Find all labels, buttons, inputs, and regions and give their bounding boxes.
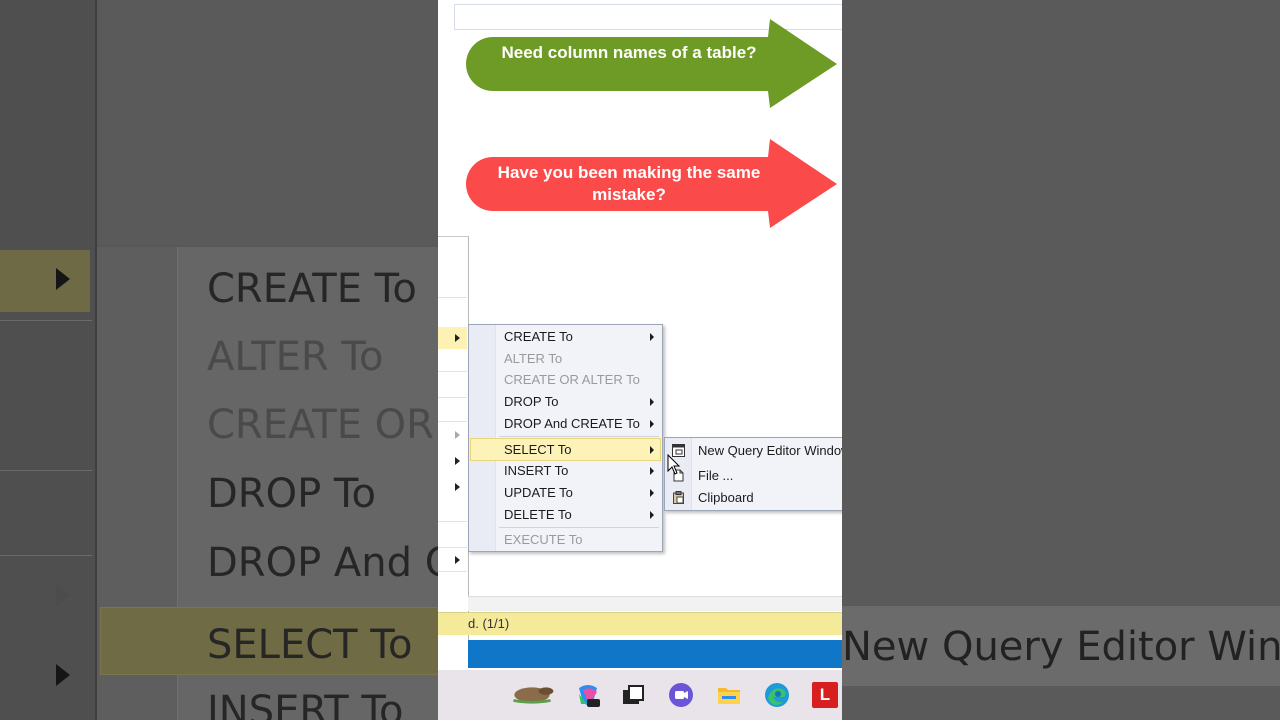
menu-separator — [438, 521, 467, 522]
bg-arrow-icon — [56, 268, 70, 290]
green-callout-arrow: Need column names of a table? — [463, 19, 838, 109]
copilot-icon[interactable] — [575, 682, 601, 708]
bg-left-strip — [0, 0, 97, 720]
main-viewport: Need column names of a table? Have you b… — [438, 0, 842, 720]
app-status-strip — [468, 640, 842, 668]
bg-separator — [0, 470, 92, 471]
menu-item-drop-to[interactable]: DROP To — [471, 391, 660, 412]
menu-item-create-to[interactable]: CREATE To — [471, 326, 660, 347]
bg-text: CREATE OR A — [207, 402, 475, 448]
clipboard-icon — [673, 491, 684, 504]
menu-item-execute-to[interactable]: EXECUTE To — [471, 529, 660, 550]
bg-arrow-icon — [56, 584, 70, 606]
bg-separator — [0, 555, 92, 556]
submenu-arrow-icon — [650, 398, 654, 406]
bg-text: New Query Editor Window — [842, 624, 1280, 670]
file-explorer-icon[interactable] — [716, 682, 742, 708]
submenu-item-label: File ... — [698, 468, 734, 483]
bg-top-area — [97, 0, 437, 245]
menu-separator — [499, 527, 659, 528]
status-text: d. (1/1) — [468, 616, 510, 631]
menu-item-label: ALTER To — [504, 351, 563, 366]
menu-item-label: INSERT To — [504, 463, 569, 478]
bluebar-left-gap — [438, 640, 468, 668]
bg-arrow-icon — [56, 664, 70, 686]
menu-separator — [438, 297, 467, 298]
menu-item-insert-to[interactable]: INSERT To — [471, 460, 660, 481]
menu-item-label: DROP And CREATE To — [504, 416, 640, 431]
submenu-arrow-icon — [455, 431, 460, 439]
lastpass-icon[interactable]: L — [812, 682, 838, 708]
select-to-submenu: New Query Editor Window File ... Clipboa… — [664, 437, 842, 511]
menu-separator — [438, 571, 467, 572]
status-bar: d. (1/1) — [438, 612, 842, 635]
menu-item-label: EXECUTE To — [504, 532, 583, 547]
mouse-cursor-icon — [667, 454, 681, 475]
submenu-item-new-query-editor-window[interactable]: New Query Editor Window — [667, 440, 842, 462]
menu-item-drop-and-create-to[interactable]: DROP And CREATE To — [471, 413, 660, 434]
menu-item-create-or-alter-to[interactable]: CREATE OR ALTER To — [471, 369, 660, 390]
script-as-menu: CREATE To ALTER To CREATE OR ALTER To DR… — [468, 324, 663, 552]
submenu-arrow-icon — [650, 467, 654, 475]
menu-item-select-to[interactable]: SELECT To — [470, 438, 661, 461]
menu-separator — [438, 371, 467, 372]
submenu-arrow-icon — [455, 457, 460, 465]
edge-icon[interactable] — [764, 682, 790, 708]
bg-highlight-top — [0, 250, 90, 312]
submenu-item-label: Clipboard — [698, 490, 754, 505]
submenu-arrow-icon — [455, 483, 460, 491]
task-view-icon[interactable] — [620, 682, 646, 708]
red-callout-text: Have you been making the same mistake? — [497, 163, 761, 204]
horizontal-scrollbar[interactable] — [468, 596, 842, 611]
submenu-arrow-icon — [650, 489, 654, 497]
menu-item-label: CREATE OR ALTER To — [504, 372, 640, 387]
red-callout-arrow: Have you been making the same mistake? — [463, 139, 838, 229]
bg-separator — [0, 320, 92, 321]
menu-item-label: CREATE To — [504, 329, 573, 344]
green-callout-text: Need column names of a table? — [501, 43, 757, 62]
parent-context-menu — [438, 236, 469, 667]
platypus-widget-icon[interactable] — [506, 680, 558, 706]
windows-taskbar: L — [438, 670, 842, 720]
parent-menu-item-script-as[interactable] — [438, 327, 467, 349]
submenu-arrow-icon — [455, 556, 460, 564]
bg-text: DROP And C — [207, 540, 453, 586]
bg-text: DROP To — [207, 471, 377, 517]
bg-text: SELECT To — [207, 622, 413, 668]
menu-item-update-to[interactable]: UPDATE To — [471, 482, 660, 503]
submenu-item-clipboard[interactable]: Clipboard — [667, 487, 842, 509]
submenu-arrow-icon — [455, 334, 460, 342]
menu-separator — [438, 397, 467, 398]
submenu-item-label: New Query Editor Window — [698, 443, 842, 458]
menu-separator — [499, 436, 659, 437]
bg-text: CREATE To — [207, 266, 417, 312]
submenu-arrow-icon — [650, 446, 654, 454]
submenu-arrow-icon — [650, 333, 654, 341]
menu-item-delete-to[interactable]: DELETE To — [471, 504, 660, 525]
bg-text: ALTER To — [207, 334, 384, 380]
bg-text: INSERT To — [207, 688, 404, 720]
menu-item-alter-to[interactable]: ALTER To — [471, 348, 660, 369]
menu-item-label: UPDATE To — [504, 485, 573, 500]
menu-separator — [438, 421, 467, 422]
menu-item-label: DROP To — [504, 394, 559, 409]
teams-icon[interactable] — [668, 682, 694, 708]
menu-separator — [438, 547, 467, 548]
menu-item-label: DELETE To — [504, 507, 572, 522]
submenu-arrow-icon — [650, 511, 654, 519]
submenu-arrow-icon — [650, 420, 654, 428]
submenu-item-file[interactable]: File ... — [667, 465, 842, 487]
menu-item-label: SELECT To — [504, 442, 572, 457]
